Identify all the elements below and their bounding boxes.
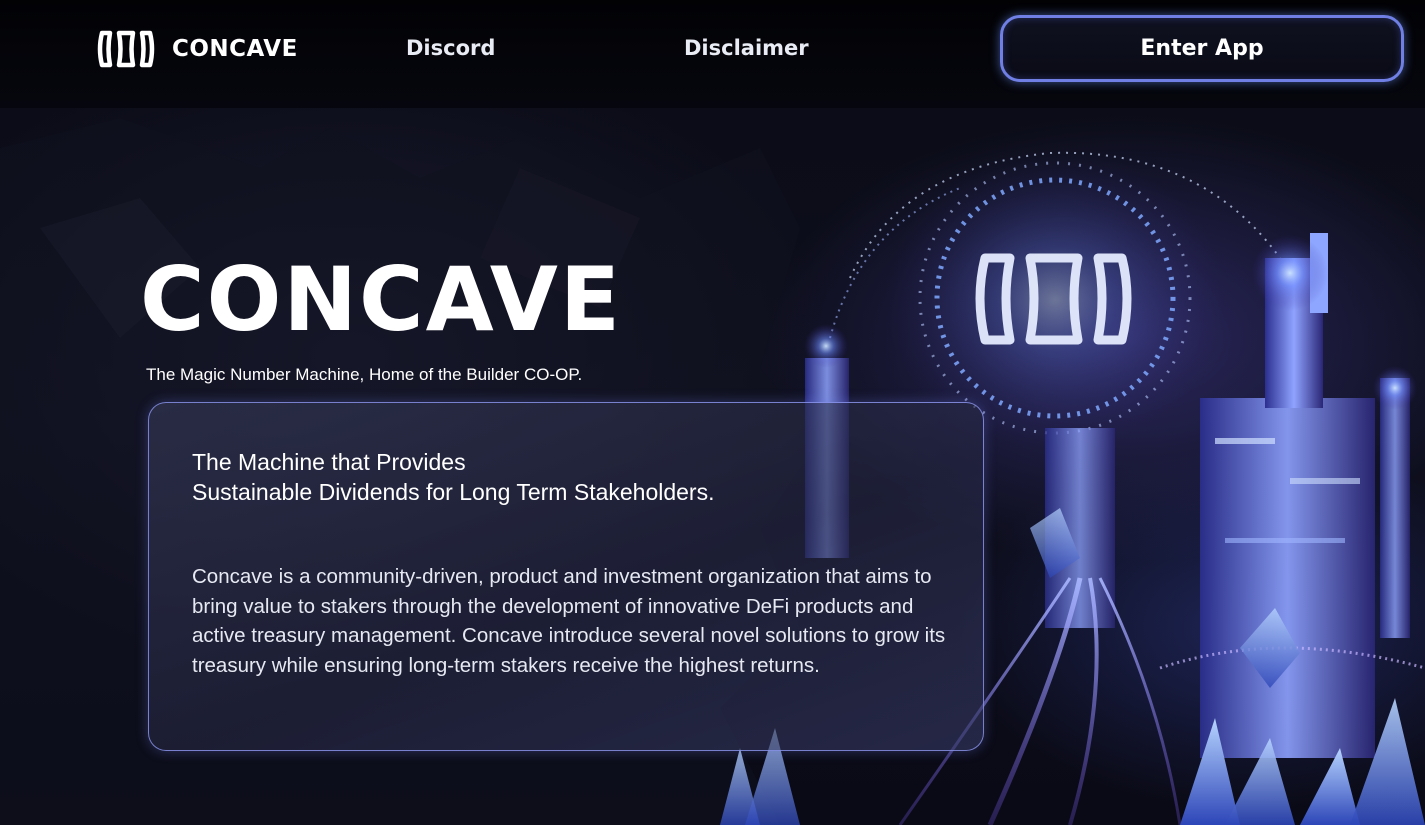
page: CONCAVE Discord Disclaimer Enter App CON… [0, 0, 1425, 825]
nav-link-discord[interactable]: Discord [406, 36, 495, 60]
card-heading-line: Sustainable Dividends for Long Term Stak… [192, 479, 715, 505]
top-nav: CONCAVE Discord Disclaimer Enter App [0, 0, 1425, 108]
nav-link-disclaimer[interactable]: Disclaimer [684, 36, 809, 60]
intro-card: The Machine that Provides Sustainable Di… [148, 402, 984, 751]
logo-text: CONCAVE [172, 36, 298, 62]
card-description: Concave is a community-driven, product a… [192, 565, 946, 677]
card-heading: The Machine that Provides Sustainable Di… [192, 447, 715, 507]
hero-title: CONCAVE [140, 248, 622, 351]
hero-tagline: The Magic Number Machine, Home of the Bu… [146, 365, 583, 384]
concave-logo-icon [97, 30, 155, 68]
home-logo-link[interactable]: CONCAVE [96, 30, 298, 68]
hero-section: CONCAVE The Magic Number Machine, Home o… [0, 108, 1425, 825]
card-heading-line: The Machine that Provides [192, 449, 466, 475]
enter-app-button[interactable]: Enter App [1000, 15, 1404, 82]
